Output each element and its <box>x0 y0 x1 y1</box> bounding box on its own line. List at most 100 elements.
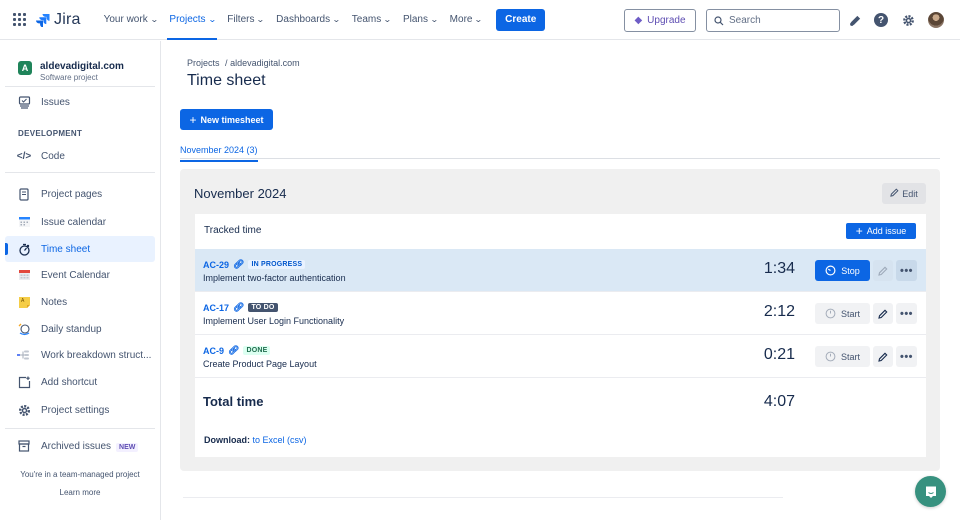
sidebar-item-label: Work breakdown struct... <box>41 349 152 361</box>
nav-plans[interactable]: Plans ⌄ <box>397 0 444 40</box>
divider <box>5 86 155 87</box>
sidebar-item-notes[interactable]: A Notes <box>5 289 155 315</box>
settings-icon[interactable] <box>900 12 916 28</box>
chevron-down-icon: ⌄ <box>474 15 484 24</box>
download-csv-link[interactable]: to Excel (csv) <box>253 435 307 445</box>
project-avatar[interactable]: A <box>18 61 32 75</box>
link-icon[interactable]: 🔗︎ <box>233 302 244 313</box>
chevron-down-icon: ⌄ <box>207 15 217 24</box>
avatar[interactable] <box>928 12 944 28</box>
jira-logo[interactable]: Jira <box>36 11 81 29</box>
more-icon: ••• <box>899 264 914 277</box>
nav-dashboards[interactable]: Dashboards ⌄ <box>270 0 346 40</box>
gem-icon: ◆ <box>634 15 643 26</box>
sidebar-item-label: Issue calendar <box>41 216 107 228</box>
nav-projects[interactable]: Projects ⌄ <box>163 0 221 40</box>
nav-label: Projects <box>169 14 206 25</box>
sidebar-item-project-settings[interactable]: Project settings <box>5 397 155 423</box>
project-type: Software project <box>40 73 98 82</box>
sidebar-item-add-shortcut[interactable]: Add shortcut <box>5 369 155 395</box>
project-initial: A <box>18 61 32 75</box>
issue-key-link[interactable]: AC-9 <box>203 346 224 356</box>
sidebar-item-label: Archived issues NEW <box>41 441 139 452</box>
nav-filters[interactable]: Filters ⌄ <box>221 0 270 40</box>
more-actions-button[interactable]: ••• <box>896 303 917 324</box>
link-icon[interactable]: 🔗︎ <box>233 259 244 270</box>
nav-label: Plans <box>402 14 428 25</box>
divider <box>183 497 783 498</box>
sidebar-item-time-sheet[interactable]: Time sheet <box>5 236 155 262</box>
add-shortcut-icon <box>17 375 31 389</box>
sidebar-item-label: Event Calendar <box>41 269 110 281</box>
sidebar-item-label: Notes <box>41 296 68 308</box>
clock-icon <box>825 308 836 319</box>
learn-more-link[interactable]: Learn more <box>0 488 160 497</box>
more-actions-button[interactable]: ••• <box>896 346 917 367</box>
sidebar-item-daily-standup[interactable]: Daily standup <box>5 316 155 342</box>
nav-more[interactable]: More ⌄ <box>444 0 489 40</box>
project-name[interactable]: aldevadigital.com <box>40 61 124 72</box>
upgrade-label: Upgrade <box>647 15 686 26</box>
status-badge: DONE <box>243 346 271 355</box>
tab-divider <box>180 158 940 159</box>
status-badge: TO DO <box>248 303 278 312</box>
download-label: Download: <box>204 435 250 445</box>
sidebar-item-archived-issues[interactable]: Archived issues NEW <box>5 433 155 459</box>
chat-icon <box>925 486 936 498</box>
button-label: Add issue <box>866 226 907 236</box>
calendar-icon <box>17 215 31 229</box>
breadcrumb-project[interactable]: aldevadigital.com <box>230 58 300 68</box>
gear-icon <box>17 403 31 417</box>
code-icon: </> <box>16 150 32 162</box>
create-button[interactable]: Create <box>496 8 546 31</box>
stopwatch-icon <box>17 242 31 256</box>
section-heading-development: DEVELOPMENT <box>18 129 83 138</box>
tracked-time: 0:21 <box>763 346 795 363</box>
sidebar-item-event-calendar[interactable]: Event Calendar <box>5 262 155 288</box>
chat-button[interactable] <box>915 476 946 507</box>
start-timer-button[interactable]: Start <box>815 303 870 324</box>
sidebar-item-project-pages[interactable]: Project pages <box>5 181 155 207</box>
sidebar-item-label: Issues <box>41 96 70 108</box>
sidebar-item-issue-calendar[interactable]: Issue calendar <box>5 209 155 235</box>
issue-summary: Implement User Login Functionality <box>203 316 345 326</box>
status-badge: IN PROGRESS <box>248 260 306 269</box>
add-issue-button[interactable]: + Add issue <box>846 223 916 239</box>
table-row: AC-29 🔗︎ IN PROGRESS Implement two-facto… <box>195 249 926 292</box>
tracked-time: 1:34 <box>763 260 795 277</box>
sidebar-item-work-breakdown[interactable]: Work breakdown struct... <box>5 342 155 368</box>
help-icon[interactable]: ? <box>873 12 889 28</box>
start-timer-button[interactable]: Start <box>815 346 870 367</box>
search-input[interactable]: Search <box>706 9 840 32</box>
notifications-icon[interactable] <box>847 12 863 28</box>
edit-entry-button[interactable] <box>873 346 893 367</box>
button-label: New timesheet <box>200 114 264 125</box>
stop-timer-button[interactable]: Stop <box>815 260 870 281</box>
issue-key-group: AC-9 🔗︎ DONE <box>203 345 271 356</box>
nav-teams[interactable]: Teams ⌄ <box>346 0 397 40</box>
nav-label: Your work <box>103 14 148 25</box>
upgrade-button[interactable]: ◆ Upgrade <box>624 9 696 32</box>
issue-key-link[interactable]: AC-17 <box>203 303 229 313</box>
table-row: AC-17 🔗︎ TO DO Implement User Login Func… <box>195 292 926 335</box>
issue-key-group: AC-29 🔗︎ IN PROGRESS <box>203 259 306 270</box>
sidebar-item-label: Time sheet <box>41 243 91 255</box>
edit-entry-button[interactable] <box>873 260 893 281</box>
edit-button[interactable]: Edit <box>882 183 926 204</box>
more-actions-button[interactable]: ••• <box>896 260 917 281</box>
edit-entry-button[interactable] <box>873 303 893 324</box>
sidebar-item-issues[interactable]: Issues <box>5 89 155 115</box>
link-icon[interactable]: 🔗︎ <box>228 345 239 356</box>
app-switcher-icon[interactable] <box>13 12 27 27</box>
sidebar-item-code[interactable]: </> Code <box>5 143 155 169</box>
issue-key-link[interactable]: AC-29 <box>203 260 229 270</box>
main-nav: Your work ⌄ Projects ⌄ Filters ⌄ Dashboards… <box>98 0 489 40</box>
page-title: Time sheet <box>187 72 266 89</box>
pencil-icon <box>878 352 888 362</box>
breadcrumb-projects[interactable]: Projects <box>187 58 220 68</box>
breadcrumb-separator: / <box>225 58 228 68</box>
button-label: Stop <box>841 265 860 276</box>
new-timesheet-button[interactable]: + New timesheet <box>180 109 273 130</box>
nav-your-work[interactable]: Your work ⌄ <box>98 0 164 40</box>
sidebar-item-label: Code <box>41 150 65 162</box>
